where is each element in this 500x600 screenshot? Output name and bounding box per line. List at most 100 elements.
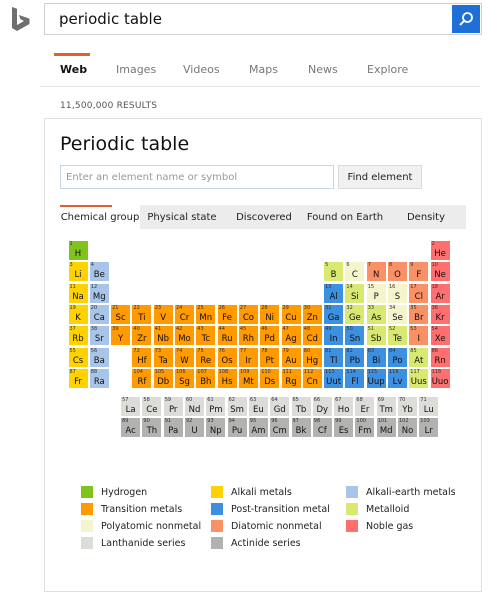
element-cell-cn[interactable]: 112 Cn xyxy=(302,368,322,388)
element-cell-k[interactable]: 19 K xyxy=(68,304,88,324)
element-cell-hs[interactable]: 108 Hs xyxy=(217,368,237,388)
element-cell-tb[interactable]: 65 Tb xyxy=(291,397,311,417)
element-cell-s[interactable]: 16 S xyxy=(388,283,407,303)
element-cell-pb[interactable]: 82 Pb xyxy=(345,347,365,367)
element-cell-f[interactable]: 9F xyxy=(409,262,429,282)
element-cell-sc[interactable]: 21 Sc xyxy=(111,304,131,324)
element-cell-rh[interactable]: 45 Rh xyxy=(238,326,258,346)
element-cell-pa[interactable]: 91 Pa xyxy=(163,418,183,438)
element-cell-mt[interactable]: 109 Mt xyxy=(238,368,258,388)
element-cell-in[interactable]: 49 In xyxy=(324,326,344,346)
element-cell-nb[interactable]: 41 Nb xyxy=(153,326,173,346)
element-cell-eu[interactable]: 63 Eu xyxy=(248,397,268,417)
element-cell-np[interactable]: 93 Np xyxy=(206,418,226,438)
element-cell-na[interactable]: 11 Na xyxy=(68,283,88,303)
element-cell-ca[interactable]: 20 Ca xyxy=(89,304,109,324)
element-cell-sb[interactable]: 51 Sb xyxy=(366,326,386,346)
element-cell-c[interactable]: 6C xyxy=(345,262,365,282)
element-cell-ar[interactable]: 18 Ar xyxy=(430,283,450,303)
element-cell-u[interactable]: 92 U xyxy=(185,418,204,438)
element-cell-ni[interactable]: 28 Ni xyxy=(260,304,280,324)
element-cell-re[interactable]: 75 Re xyxy=(196,347,216,367)
element-cell-mo[interactable]: 42 Mo xyxy=(175,326,194,346)
element-cell-cd[interactable]: 48 Cd xyxy=(302,326,322,346)
element-cell-cs[interactable]: 55 Cs xyxy=(68,347,88,367)
element-cell-li[interactable]: 3 Li xyxy=(68,262,88,282)
element-cell-fr[interactable]: 87 Fr xyxy=(68,368,88,388)
element-cell-uut[interactable]: 113 Uut xyxy=(324,368,344,388)
element-cell-cl[interactable]: 17 Cl xyxy=(409,283,429,303)
element-cell-ag[interactable]: 47 Ag xyxy=(281,326,301,346)
element-cell-cm[interactable]: 96 Cm xyxy=(270,418,290,438)
element-cell-bh[interactable]: 107 Bh xyxy=(196,368,216,388)
element-cell-pu[interactable]: 94 Pu xyxy=(227,418,247,438)
element-cell-uup[interactable]: 115 Uup xyxy=(366,368,386,388)
element-cell-am[interactable]: 95 Am xyxy=(248,418,268,438)
element-cell-po[interactable]: 84 Po xyxy=(388,347,407,367)
nav-images[interactable]: Images xyxy=(116,63,156,76)
element-cell-te[interactable]: 52 Te xyxy=(388,326,407,346)
element-cell-cu[interactable]: 29 Cu xyxy=(281,304,301,324)
element-cell-h[interactable]: 1H xyxy=(68,241,88,260)
tab-chemical-group[interactable]: Chemical group xyxy=(60,205,140,229)
search-button[interactable] xyxy=(452,5,480,33)
element-cell-gd[interactable]: 64 Gd xyxy=(270,397,290,417)
tab-found-on-earth[interactable]: Found on Earth xyxy=(304,205,386,229)
element-cell-dy[interactable]: 66 Dy xyxy=(312,397,332,417)
element-cell-hg[interactable]: 80 Hg xyxy=(302,347,322,367)
element-cell-sm[interactable]: 62 Sm xyxy=(227,397,247,417)
element-search-input[interactable] xyxy=(60,165,334,189)
element-cell-md[interactable]: 101 Md xyxy=(376,418,396,438)
element-cell-bk[interactable]: 97 Bk xyxy=(291,418,311,438)
element-cell-mg[interactable]: 12 Mg xyxy=(89,283,109,303)
element-cell-la[interactable]: 57 La xyxy=(121,397,141,417)
element-cell-cr[interactable]: 24 Cr xyxy=(175,304,194,324)
nav-videos[interactable]: Videos xyxy=(183,63,220,76)
element-cell-ga[interactable]: 31 Ga xyxy=(324,304,344,324)
element-cell-he[interactable]: 2 He xyxy=(430,241,450,260)
element-cell-sn[interactable]: 50 Sn xyxy=(345,326,365,346)
element-cell-fe[interactable]: 26 Fe xyxy=(217,304,237,324)
element-cell-b[interactable]: 5B xyxy=(324,262,344,282)
element-cell-ra[interactable]: 88 Ra xyxy=(89,368,109,388)
element-cell-mn[interactable]: 25 Mn xyxy=(196,304,216,324)
element-cell-si[interactable]: 14 Si xyxy=(345,283,365,303)
element-cell-ac[interactable]: 89 Ac xyxy=(121,418,141,438)
element-cell-pd[interactable]: 46 Pd xyxy=(260,326,280,346)
element-cell-ds[interactable]: 110 Ds xyxy=(260,368,280,388)
element-cell-se[interactable]: 34 Se xyxy=(388,304,407,324)
element-cell-at[interactable]: 85 At xyxy=(409,347,429,367)
element-cell-rn[interactable]: 86 Rn xyxy=(430,347,450,367)
element-cell-tc[interactable]: 43 Tc xyxy=(196,326,216,346)
element-cell-ba[interactable]: 56 Ba xyxy=(89,347,109,367)
tab-physical-state[interactable]: Physical state xyxy=(140,205,224,229)
element-cell-al[interactable]: 13 Al xyxy=(324,283,344,303)
element-cell-n[interactable]: 7N xyxy=(366,262,386,282)
element-cell-hf[interactable]: 72 Hf xyxy=(132,347,152,367)
nav-news[interactable]: News xyxy=(308,63,338,76)
search-input[interactable] xyxy=(45,4,445,34)
element-cell-kr[interactable]: 36 Kr xyxy=(430,304,450,324)
element-cell-w[interactable]: 74 W xyxy=(175,347,194,367)
element-cell-zr[interactable]: 40 Zr xyxy=(132,326,152,346)
element-cell-db[interactable]: 105 Db xyxy=(153,368,173,388)
element-cell-lr[interactable]: 103 Lr xyxy=(419,418,439,438)
element-cell-os[interactable]: 76 Os xyxy=(217,347,237,367)
element-cell-sr[interactable]: 38 Sr xyxy=(89,326,109,346)
element-cell-ru[interactable]: 44 Ru xyxy=(217,326,237,346)
element-cell-zn[interactable]: 30 Zn xyxy=(302,304,322,324)
tab-discovered[interactable]: Discovered xyxy=(224,205,304,229)
element-cell-o[interactable]: 8O xyxy=(388,262,407,282)
element-cell-fl[interactable]: 114 Fl xyxy=(345,368,365,388)
element-cell-au[interactable]: 79 Au xyxy=(281,347,301,367)
element-cell-er[interactable]: 68 Er xyxy=(355,397,375,417)
element-cell-be[interactable]: 4 Be xyxy=(89,262,109,282)
element-cell-lv[interactable]: 116 Lv xyxy=(388,368,407,388)
element-cell-ta[interactable]: 73 Ta xyxy=(153,347,173,367)
element-cell-p[interactable]: 15 P xyxy=(366,283,386,303)
element-cell-no[interactable]: 102 No xyxy=(398,418,417,438)
element-cell-pt[interactable]: 78 Pt xyxy=(260,347,280,367)
element-cell-co[interactable]: 27 Co xyxy=(238,304,258,324)
element-cell-th[interactable]: 90 Th xyxy=(142,418,162,438)
element-cell-pr[interactable]: 59 Pr xyxy=(163,397,183,417)
